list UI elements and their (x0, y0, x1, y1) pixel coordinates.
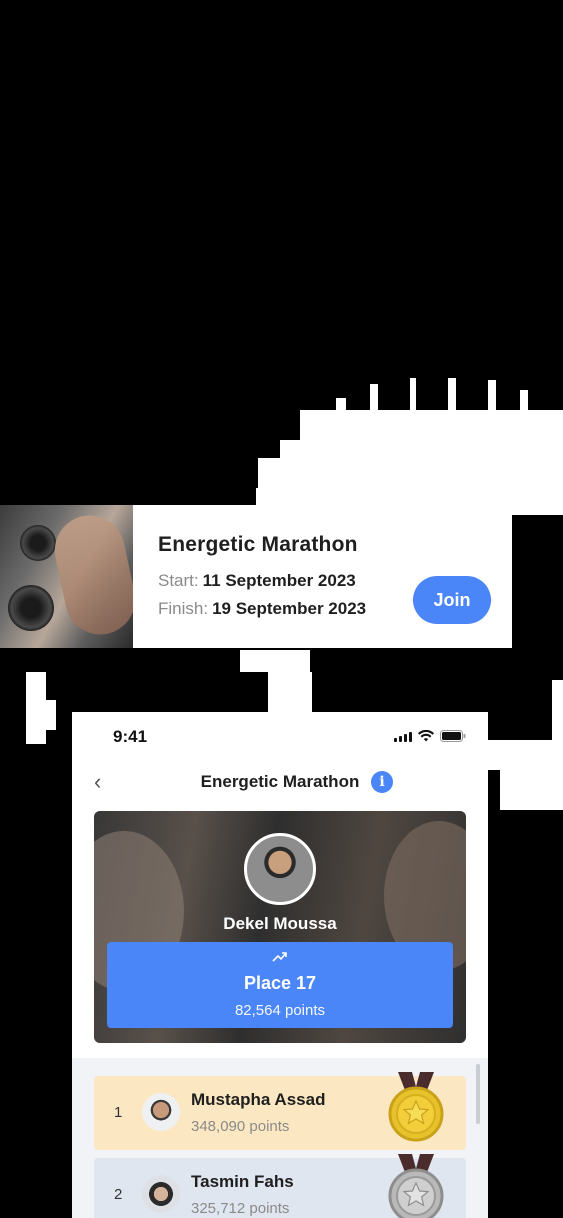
silver-medal-icon (388, 1154, 444, 1218)
user-name: Dekel Moussa (223, 914, 337, 933)
info-icon[interactable]: i (371, 771, 393, 793)
avatar[interactable] (142, 1175, 180, 1213)
join-button[interactable]: Join (413, 576, 491, 624)
user-rank-hero: Dekel Moussa Place 17 82,564 points (94, 811, 466, 1043)
status-time: 9:41 (113, 727, 148, 746)
rank-name: Tasmin Fahs (191, 1172, 294, 1191)
event-photo (0, 505, 133, 648)
rank-number: 2 (114, 1186, 123, 1203)
rank-points: 348,090 points (191, 1118, 290, 1135)
start-date: 11 September 2023 (202, 571, 356, 590)
finish-label: Finish: (158, 599, 209, 618)
wifi-icon (418, 730, 434, 742)
cellular-signal-icon (394, 732, 412, 742)
dumbbell-image-part (8, 585, 54, 631)
place-card: Place 17 82,564 points (107, 942, 453, 1028)
place-points: 82,564 points (234, 1002, 326, 1019)
user-avatar[interactable] (244, 833, 316, 905)
battery-icon (440, 730, 466, 742)
leaderboard-list[interactable]: 1 Mustapha Assad 348,090 points 2 Tasmin… (72, 1058, 488, 1218)
finish-date: 19 September 2023 (212, 599, 367, 618)
phone-screen: 9:41 ‹ Energetic Marathon i Dekel Moussa… (72, 712, 488, 1218)
place-title: Place 17 (243, 973, 317, 993)
nav-bar: ‹ Energetic Marathon i (72, 762, 488, 804)
event-card[interactable]: Energetic Marathon Start: 11 September 20… (0, 505, 512, 648)
avatar[interactable] (142, 1093, 180, 1131)
leaderboard-row[interactable]: 1 Mustapha Assad 348,090 points (94, 1072, 466, 1150)
nav-title: Energetic Marathon (200, 772, 360, 791)
status-icons (394, 730, 466, 742)
leaderboard-row[interactable]: 2 Tasmin Fahs 325,712 points (94, 1154, 466, 1218)
trending-up-icon (272, 952, 287, 962)
event-title: Energetic Marathon (158, 533, 358, 556)
gold-medal-icon (388, 1072, 444, 1142)
status-bar: 9:41 (72, 712, 488, 762)
rank-points: 325,712 points (191, 1200, 290, 1217)
dumbbell-image-part (20, 525, 56, 561)
start-label: Start: (158, 571, 199, 590)
scrollbar[interactable] (476, 1064, 480, 1124)
event-info: Energetic Marathon Start: 11 September 20… (133, 505, 512, 648)
arm-image-part (48, 509, 133, 641)
rank-number: 1 (114, 1104, 123, 1121)
rank-name: Mustapha Assad (191, 1090, 326, 1109)
